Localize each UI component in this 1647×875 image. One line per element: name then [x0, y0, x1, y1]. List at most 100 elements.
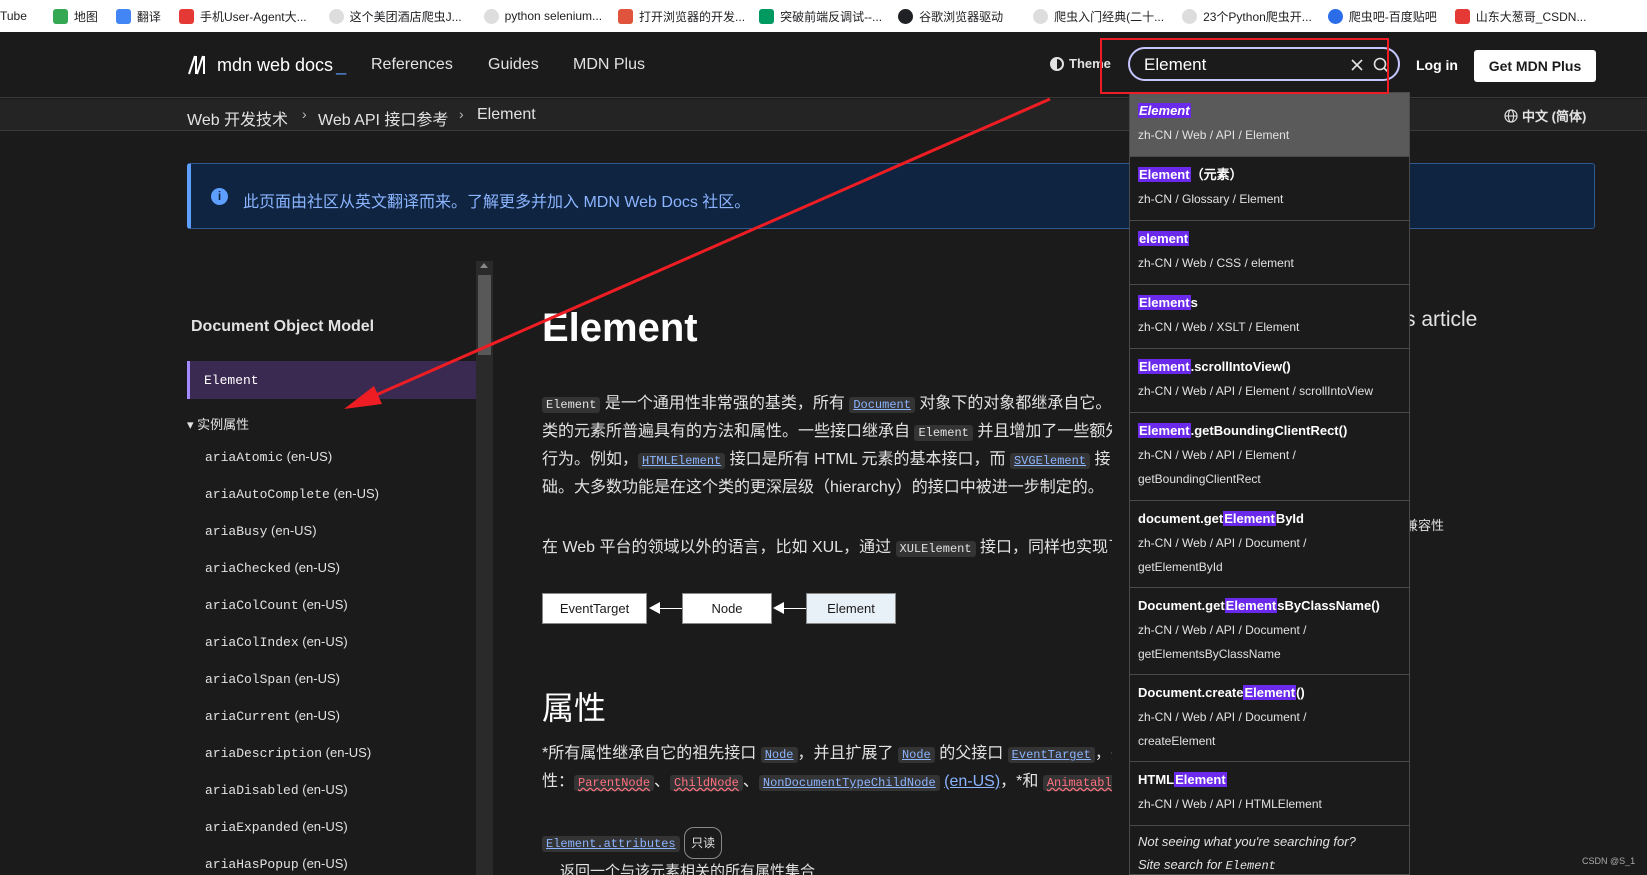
- sidebar-item[interactable]: ariaAutoComplete (en-US): [205, 486, 379, 502]
- search-result[interactable]: HTMLElement zh-CN / Web / API / HTMLElem…: [1130, 762, 1409, 826]
- nav-mdn-plus[interactable]: MDN Plus: [573, 56, 645, 74]
- bookmark-12[interactable]: 山东大葱哥_CSDN...: [1449, 0, 1593, 32]
- intro-line-1: Element 是一个通用性非常强的基类，所有 Document 对象下的对象都…: [542, 390, 1112, 419]
- link-en-us[interactable]: (en-US): [944, 773, 1000, 790]
- notice-text[interactable]: 此页面由社区从英文翻译而来。了解更多并加入 MDN Web Docs 社区。: [243, 188, 750, 212]
- bookmark-2[interactable]: 翻译: [110, 0, 167, 32]
- mdn-logo[interactable]: mdn web docs _: [187, 54, 346, 76]
- bookmark-9[interactable]: 爬虫入门经典(二十...: [1027, 0, 1170, 32]
- csdn-icon: [178, 8, 194, 24]
- screenshot-root: Tube 地图 翻译 手机User-Agent大... 这个美团酒店爬虫J...…: [0, 0, 1647, 875]
- csdn-icon: [1454, 8, 1470, 24]
- link-childnode[interactable]: ChildNode: [670, 775, 743, 791]
- login-link[interactable]: Log in: [1416, 57, 1458, 73]
- bookmark-3[interactable]: 手机User-Agent大...: [173, 0, 313, 32]
- breadcrumb-separator: ›: [302, 106, 307, 122]
- xul-paragraph: 在 Web 平台的领域以外的语言，比如 XUL，通过 XULElement 接口…: [542, 539, 1112, 557]
- page-title: Element: [542, 306, 698, 350]
- link-nondocumenttypechildnode[interactable]: NonDocumentTypeChildNode: [758, 775, 940, 791]
- breadcrumb-item-web[interactable]: Web 开发技术: [187, 106, 288, 130]
- logo-cursor: _: [336, 54, 347, 75]
- sidebar-item[interactable]: ariaColCount (en-US): [205, 597, 348, 613]
- diagram-eventtarget[interactable]: EventTarget: [542, 593, 647, 624]
- toc-item[interactable]: 兼容性: [1405, 515, 1444, 534]
- intro-line-4: 础。大多数功能是在这个类的更深层级（hierarchy）的接口中被进一步制定的。: [542, 479, 1104, 496]
- diagram-element[interactable]: Element: [806, 593, 896, 624]
- watermark: CSDN @S_1: [1582, 856, 1636, 866]
- bookmarks-bar: Tube 地图 翻译 手机User-Agent大... 这个美团酒店爬虫J...…: [0, 0, 1647, 32]
- nav-references[interactable]: References: [371, 56, 453, 74]
- sidebar-item[interactable]: ariaAtomic (en-US): [205, 449, 332, 465]
- map-icon: [52, 8, 68, 24]
- site-header: mdn web docs _ References Guides MDN Plu…: [0, 32, 1647, 98]
- zhihu-icon: [618, 8, 634, 24]
- globe-icon: [483, 8, 499, 24]
- sidebar-item[interactable]: ariaChecked (en-US): [205, 560, 340, 576]
- bookmark-11[interactable]: 爬虫吧-百度贴吧: [1322, 0, 1443, 32]
- sidebar-item[interactable]: ariaDisabled (en-US): [205, 782, 348, 798]
- link-node[interactable]: Node: [897, 747, 935, 763]
- search-result[interactable]: Element.scrollIntoView() zh-CN / Web / A…: [1130, 349, 1409, 413]
- translate-icon: [115, 8, 131, 24]
- link-animatable[interactable]: Animatable: [1042, 775, 1112, 791]
- link-parentnode[interactable]: ParentNode: [574, 775, 655, 791]
- annotation-highlight-box: [1100, 38, 1389, 94]
- language-label: 中文 (简体): [1522, 109, 1587, 124]
- bookmark-8[interactable]: 谷歌浏览器驱动: [892, 0, 1009, 32]
- baidu-icon: [1327, 8, 1343, 24]
- scrollbar-thumb[interactable]: [478, 275, 491, 355]
- diagram-node[interactable]: Node: [682, 593, 772, 624]
- bookmark-0[interactable]: Tube: [0, 0, 33, 32]
- sidebar-item[interactable]: ariaExpanded (en-US): [205, 819, 348, 835]
- bookmark-1[interactable]: 地图: [47, 0, 104, 32]
- link-htmlelement[interactable]: HTMLElement: [638, 453, 726, 469]
- search-result[interactable]: Document.getElementsByClassName() zh-CN …: [1130, 588, 1409, 675]
- sidebar-title: Document Object Model: [191, 318, 375, 335]
- site-search-link[interactable]: Not seeing what you're searching for? Si…: [1138, 830, 1403, 874]
- sidebar-item[interactable]: ariaBusy (en-US): [205, 523, 317, 539]
- diagram-line: [782, 608, 806, 609]
- search-results-dropdown: Element zh-CN / Web / API / Element Elem…: [1129, 92, 1410, 875]
- sidebar-item[interactable]: ariaDescription (en-US): [205, 745, 371, 761]
- globe-icon: [1182, 8, 1198, 24]
- attribute-entry: Element.attributes 只读: [542, 827, 1112, 859]
- sidebar-section-instance-properties[interactable]: ▾ 实例属性: [187, 414, 249, 433]
- sidebar-item[interactable]: ariaHasPopup (en-US): [205, 856, 348, 872]
- search-result[interactable]: document.getElementById zh-CN / Web / AP…: [1130, 501, 1409, 588]
- diagram-line: [658, 608, 682, 609]
- sidebar-item[interactable]: ariaColSpan (en-US): [205, 671, 340, 687]
- bookmark-10[interactable]: 23个Python爬虫开...: [1176, 0, 1318, 32]
- mdn-logo-icon: [188, 55, 205, 75]
- sidebar-item[interactable]: ariaColIndex (en-US): [205, 634, 348, 650]
- link-document[interactable]: Document: [849, 397, 915, 413]
- link-node[interactable]: Node: [760, 747, 798, 763]
- search-result[interactable]: Elements zh-CN / Web / XSLT / Element: [1130, 285, 1409, 349]
- link-svgelement[interactable]: SVGElement: [1009, 453, 1090, 469]
- nav-guides[interactable]: Guides: [488, 56, 539, 74]
- properties-line-1: *所有属性继承自它的祖先接口 Node ，并且扩展了 Node 的父接口 Even…: [542, 745, 1112, 763]
- globe-icon: [1033, 8, 1049, 24]
- search-result[interactable]: Element（元素） zh-CN / Glossary / Element: [1130, 157, 1409, 221]
- logo-text: mdn web docs: [217, 54, 334, 75]
- globe-icon: [328, 8, 344, 24]
- get-mdn-plus-button[interactable]: Get MDN Plus: [1474, 50, 1596, 82]
- link-element-attributes[interactable]: Element.attributes: [542, 836, 680, 852]
- breadcrumb-item-element[interactable]: Element: [477, 106, 536, 124]
- link-eventtarget[interactable]: EventTarget: [1007, 747, 1095, 763]
- bookmark-5[interactable]: python selenium...: [478, 0, 608, 32]
- sidebar-scrollbar[interactable]: [476, 261, 493, 875]
- scroll-up-arrow-icon[interactable]: [480, 263, 488, 268]
- sidebar-item-element[interactable]: Element: [187, 361, 476, 399]
- bookmark-7[interactable]: 突破前端反调试--...: [753, 0, 888, 32]
- search-result[interactable]: element zh-CN / Web / CSS / element: [1130, 221, 1409, 285]
- search-result[interactable]: Document.createElement() zh-CN / Web / A…: [1130, 675, 1409, 762]
- sidebar-item[interactable]: ariaCurrent (en-US): [205, 708, 340, 724]
- bookmark-6[interactable]: 打开浏览器的开发...: [612, 0, 751, 32]
- breadcrumb-item-webapi[interactable]: Web API 接口参考: [318, 106, 448, 130]
- bookmark-4[interactable]: 这个美团酒店爬虫J...: [323, 0, 468, 32]
- language-switcher[interactable]: 中文 (简体): [1504, 106, 1586, 125]
- search-result[interactable]: Element.getBoundingClientRect() zh-CN / …: [1130, 413, 1409, 501]
- search-result[interactable]: Element zh-CN / Web / API / Element: [1130, 93, 1409, 157]
- github-icon: [898, 8, 914, 24]
- intro-line-3: 行为。例如， HTMLElement 接口是所有 HTML 元素的基本接口，而 S…: [542, 451, 1112, 469]
